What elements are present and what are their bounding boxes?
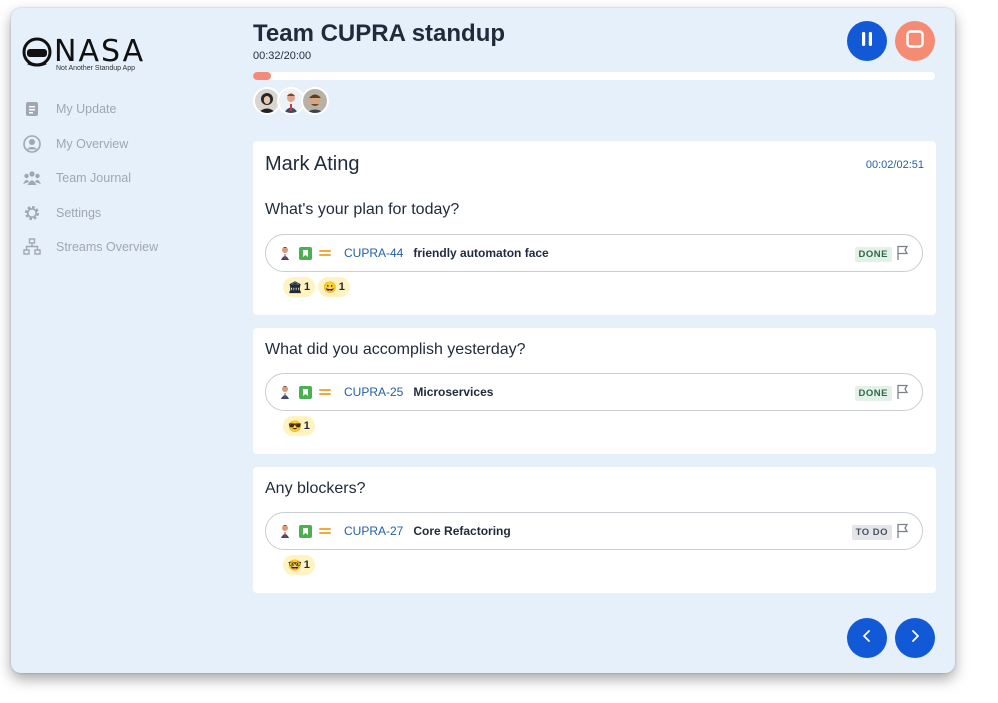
status-badge: DONE bbox=[854, 386, 892, 401]
sidebar-item-label: Settings bbox=[56, 205, 102, 220]
priority-medium-icon bbox=[318, 385, 332, 399]
team-icon bbox=[22, 168, 42, 188]
priority-medium-icon bbox=[318, 246, 332, 260]
user-circle-icon bbox=[22, 134, 42, 154]
previous-speaker-button[interactable] bbox=[847, 618, 887, 658]
sidebar-item-settings[interactable]: Settings bbox=[22, 196, 158, 231]
reaction-chip[interactable]: 🏛 1 bbox=[283, 277, 316, 297]
issue-row[interactable]: CUPRA-25 Microservices DONE bbox=[265, 373, 923, 411]
status-badge: TO DO bbox=[851, 525, 892, 540]
reaction-count: 1 bbox=[303, 420, 310, 432]
reactions-bar: 🏛 1 😀 1 bbox=[283, 277, 353, 297]
participant-avatars bbox=[253, 87, 329, 115]
flag-icon[interactable] bbox=[896, 245, 910, 261]
document-icon bbox=[22, 99, 42, 119]
helmet-icon bbox=[22, 37, 52, 67]
speaker-name: Mark Ating bbox=[265, 153, 360, 175]
hierarchy-icon bbox=[22, 237, 42, 257]
reaction-chip[interactable]: 😀 1 bbox=[318, 277, 350, 297]
logo-subtitle: Not Another Standup App bbox=[56, 65, 136, 72]
issue-key-link[interactable]: CUPRA-44 bbox=[344, 246, 403, 260]
gear-icon bbox=[22, 203, 42, 223]
status-badge: DONE bbox=[854, 247, 892, 262]
emoji-icon: 😀 bbox=[323, 281, 337, 294]
issue-summary: Core Refactoring bbox=[413, 524, 511, 538]
assignee-avatar-icon bbox=[278, 385, 292, 399]
reaction-chip[interactable]: 😎 1 bbox=[283, 416, 315, 436]
reactions-bar: 😎 1 bbox=[283, 416, 318, 436]
question-heading: Any blockers? bbox=[265, 480, 366, 497]
issue-summary: friendly automaton face bbox=[413, 246, 549, 260]
stop-button[interactable] bbox=[895, 21, 935, 61]
issue-summary: Microservices bbox=[413, 385, 494, 399]
chevron-right-icon bbox=[909, 629, 921, 648]
flag-icon[interactable] bbox=[896, 523, 910, 539]
pause-icon bbox=[860, 31, 874, 52]
reaction-chip[interactable]: 🤓 1 bbox=[283, 555, 315, 575]
question-heading: What did you accomplish yesterday? bbox=[265, 341, 526, 358]
assignee-avatar-icon bbox=[278, 524, 292, 538]
emoji-icon: 🤓 bbox=[288, 559, 302, 572]
story-icon bbox=[298, 385, 312, 399]
sidebar-item-team-journal[interactable]: Team Journal bbox=[22, 161, 158, 196]
nasa-logo: NASA Not Another Standup App bbox=[22, 34, 162, 74]
pause-button[interactable] bbox=[847, 21, 887, 61]
next-speaker-button[interactable] bbox=[895, 618, 935, 658]
assignee-avatar-icon bbox=[278, 246, 292, 260]
standup-progress-bar bbox=[253, 72, 935, 80]
reaction-count: 1 bbox=[303, 559, 310, 571]
sidebar-item-label: My Overview bbox=[56, 136, 129, 151]
standup-timer: 00:32/20:00 bbox=[253, 50, 312, 62]
reaction-count: 1 bbox=[338, 281, 345, 293]
update-card-yesterday: What did you accomplish yesterday? CUPRA… bbox=[253, 328, 936, 454]
reactions-bar: 🤓 1 bbox=[283, 555, 318, 575]
issue-key-link[interactable]: CUPRA-27 bbox=[344, 524, 403, 538]
sidebar-nav: My Update My Overview Team Journal Setti… bbox=[22, 92, 158, 265]
sidebar-item-my-update[interactable]: My Update bbox=[22, 92, 158, 127]
chevron-left-icon bbox=[861, 629, 873, 648]
issue-row[interactable]: CUPRA-27 Core Refactoring TO DO bbox=[265, 512, 923, 550]
update-card-plan: Mark Ating 00:02/02:51 What's your plan … bbox=[253, 141, 936, 315]
update-card-blockers: Any blockers? CUPRA-27 Core Refactoring … bbox=[253, 467, 936, 593]
story-icon bbox=[298, 246, 312, 260]
priority-medium-icon bbox=[318, 524, 332, 538]
reaction-count: 1 bbox=[303, 281, 311, 293]
question-heading: What's your plan for today? bbox=[265, 201, 460, 218]
emoji-icon: 🏛 bbox=[288, 281, 302, 294]
speaker-timer: 00:02/02:51 bbox=[865, 159, 924, 171]
avatar[interactable] bbox=[301, 87, 329, 115]
story-icon bbox=[298, 524, 312, 538]
app-window: NASA Not Another Standup App My Update M… bbox=[11, 8, 955, 673]
page-title: Team CUPRA standup bbox=[253, 20, 506, 47]
sidebar-item-streams-overview[interactable]: Streams Overview bbox=[22, 230, 158, 265]
progress-fill bbox=[253, 72, 272, 80]
sidebar-item-label: Team Journal bbox=[56, 171, 132, 186]
sidebar-item-label: My Update bbox=[56, 102, 117, 117]
sidebar-item-my-overview[interactable]: My Overview bbox=[22, 127, 158, 162]
issue-row[interactable]: CUPRA-44 friendly automaton face DONE bbox=[265, 234, 923, 272]
flag-icon[interactable] bbox=[896, 384, 910, 400]
emoji-icon: 😎 bbox=[288, 420, 302, 433]
sidebar-item-label: Streams Overview bbox=[56, 240, 159, 255]
logo-text: NASA bbox=[54, 34, 146, 69]
stop-icon bbox=[906, 29, 924, 53]
issue-key-link[interactable]: CUPRA-25 bbox=[344, 385, 403, 399]
